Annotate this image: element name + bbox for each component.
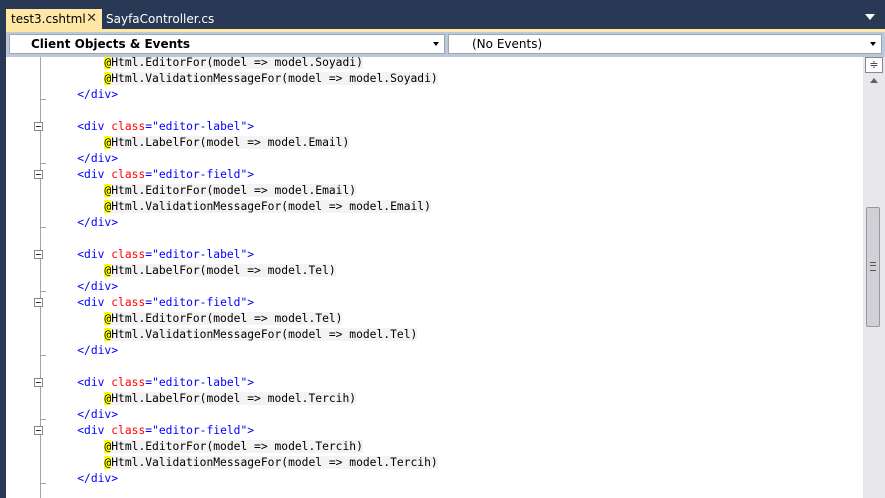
- code-text[interactable]: @Html.EditorFor(model => model.Soyadi) @…: [50, 57, 438, 487]
- code-line: <div class="editor-label">: [77, 120, 255, 133]
- outline-end-marker: [40, 419, 46, 420]
- objects-dropdown[interactable]: Client Objects & Events: [9, 34, 445, 54]
- split-view-icon[interactable]: ≑: [865, 57, 883, 73]
- code-line: <div class="editor-label">: [77, 376, 255, 389]
- chevron-down-icon: [870, 42, 876, 46]
- tab-label: test3.cshtml: [11, 12, 86, 26]
- outline-end-marker: [40, 227, 46, 228]
- collapse-icon[interactable]: [34, 170, 43, 179]
- code-line: </div>: [77, 280, 119, 293]
- code-line: @Html.EditorFor(model => model.Soyadi): [104, 57, 363, 69]
- collapse-icon[interactable]: [34, 378, 43, 387]
- code-line: </div>: [77, 344, 119, 357]
- code-line: <div class="editor-field">: [77, 424, 255, 437]
- outline-end-marker: [40, 291, 46, 292]
- code-line: </div>: [77, 472, 119, 485]
- scrollbar-thumb[interactable]: [866, 207, 880, 327]
- events-dropdown[interactable]: (No Events): [448, 34, 882, 54]
- events-dropdown-value: (No Events): [472, 37, 543, 51]
- code-line: </div>: [77, 88, 119, 101]
- chevron-down-icon: [433, 42, 439, 46]
- code-line: @Html.EditorFor(model => model.Tercih): [104, 440, 363, 453]
- tab-label: SayfaController.cs: [106, 12, 215, 26]
- vertical-scrollbar[interactable]: ≑: [863, 57, 885, 498]
- outline-end-marker: [40, 163, 46, 164]
- code-editor[interactable]: @Html.EditorFor(model => model.Soyadi) @…: [6, 57, 863, 498]
- code-line: @Html.ValidationMessageFor(model => mode…: [104, 328, 418, 341]
- collapse-icon[interactable]: [34, 122, 43, 131]
- code-line: @Html.LabelFor(model => model.Tercih): [104, 392, 357, 405]
- document-tab-strip: test3.cshtml ✕ SayfaController.cs: [0, 0, 885, 32]
- code-line: </div>: [77, 408, 119, 421]
- tab-sayfacontroller-cs[interactable]: SayfaController.cs: [103, 9, 215, 29]
- code-line: @Html.ValidationMessageFor(model => mode…: [104, 72, 438, 85]
- code-line: @Html.ValidationMessageFor(model => mode…: [104, 456, 438, 469]
- outline-end-marker: [40, 99, 46, 100]
- code-line: <div class="editor-field">: [77, 296, 255, 309]
- objects-dropdown-value: Client Objects & Events: [31, 37, 191, 51]
- grip-icon: [870, 262, 876, 271]
- outline-end-marker: [40, 483, 46, 484]
- code-line: @Html.EditorFor(model => model.Tel): [104, 312, 343, 325]
- tab-list-dropdown-icon[interactable]: [865, 14, 875, 20]
- collapse-icon[interactable]: [34, 298, 43, 307]
- code-line: @Html.ValidationMessageFor(model => mode…: [104, 200, 431, 213]
- collapse-icon[interactable]: [34, 250, 43, 259]
- code-line: <div class="editor-label">: [77, 248, 255, 261]
- scroll-up-icon[interactable]: [870, 78, 878, 83]
- tab-test3-cshtml[interactable]: test3.cshtml ✕: [6, 9, 102, 29]
- navigation-bar: Client Objects & Events (No Events): [6, 32, 885, 57]
- code-line: @Html.LabelFor(model => model.Tel): [104, 264, 336, 277]
- code-line: @Html.EditorFor(model => model.Email): [104, 184, 357, 197]
- code-line: </div>: [77, 216, 119, 229]
- outline-end-marker: [40, 355, 46, 356]
- close-icon[interactable]: ✕: [86, 9, 97, 29]
- code-line: </div>: [77, 152, 119, 165]
- code-line: <div class="editor-field">: [77, 168, 255, 181]
- code-line: @Html.LabelFor(model => model.Email): [104, 136, 350, 149]
- collapse-icon[interactable]: [34, 426, 43, 435]
